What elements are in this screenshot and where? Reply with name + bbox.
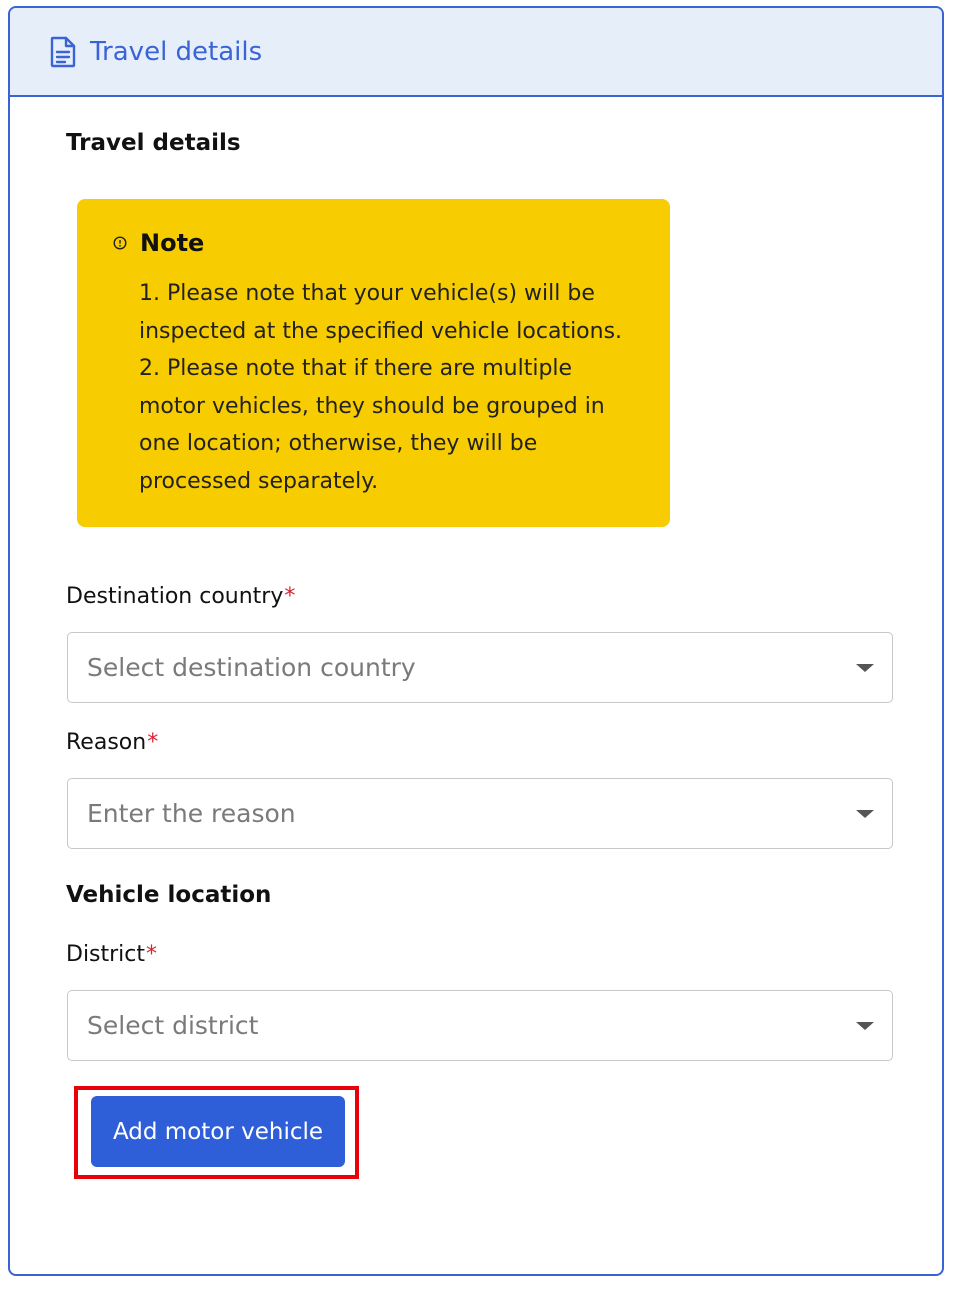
district-label: District* — [66, 942, 157, 967]
district-label-text: District — [66, 942, 146, 967]
card-header: Travel details — [10, 8, 942, 97]
header-title: Travel details — [90, 36, 263, 67]
travel-details-card: Travel details Travel details Note 1. Pl… — [8, 6, 944, 1276]
add-motor-vehicle-button[interactable]: Add motor vehicle — [91, 1096, 345, 1167]
district-select[interactable]: Select district — [67, 990, 893, 1061]
destination-country-label: Destination country* — [66, 584, 295, 609]
note-line: motor vehicles, they should be grouped i… — [139, 393, 605, 419]
destination-country-label-text: Destination country — [66, 584, 284, 609]
section-title: Travel details — [66, 130, 241, 156]
reason-placeholder: Enter the reason — [87, 799, 296, 828]
chevron-down-icon — [856, 1022, 874, 1030]
district-placeholder: Select district — [87, 1011, 259, 1040]
reason-label-text: Reason — [66, 730, 147, 755]
note-line: processed separately. — [139, 468, 379, 494]
note-header: Note — [113, 229, 204, 257]
note-line: inspected at the specified vehicle locat… — [139, 318, 623, 344]
chevron-down-icon — [856, 664, 874, 672]
note-box: Note 1. Please note that your vehicle(s)… — [77, 199, 670, 527]
destination-country-select[interactable]: Select destination country — [67, 632, 893, 703]
chevron-down-icon — [856, 810, 874, 818]
destination-country-placeholder: Select destination country — [87, 653, 416, 682]
note-title: Note — [140, 229, 205, 257]
note-line: 2. Please note that if there are multipl… — [139, 356, 573, 382]
note-text: 1. Please note that your vehicle(s) will… — [139, 275, 659, 501]
document-icon — [50, 35, 80, 69]
required-mark: * — [146, 942, 158, 967]
note-line: one location; otherwise, they will be — [139, 431, 538, 457]
reason-label: Reason* — [66, 730, 158, 755]
info-icon — [113, 236, 127, 250]
reason-select[interactable]: Enter the reason — [67, 778, 893, 849]
note-line: 1. Please note that your vehicle(s) will… — [139, 281, 595, 306]
vehicle-location-title: Vehicle location — [66, 882, 272, 908]
required-mark: * — [284, 584, 296, 609]
required-mark: * — [147, 730, 159, 755]
